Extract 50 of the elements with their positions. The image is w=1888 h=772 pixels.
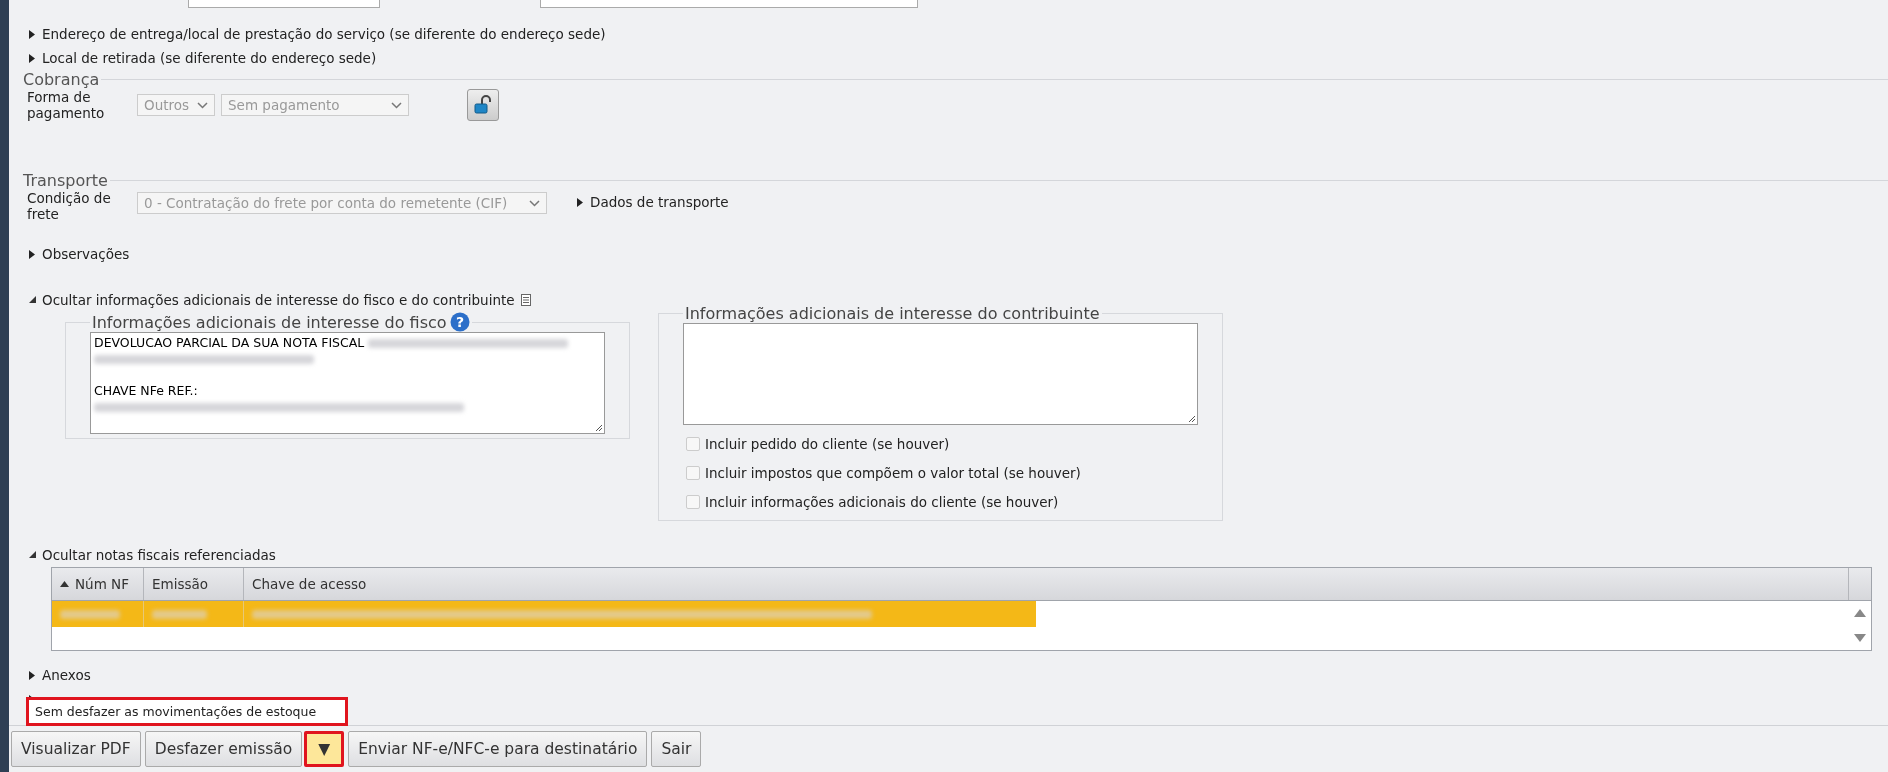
- chevron-down-icon: [529, 199, 540, 207]
- redacted-text: [60, 609, 120, 619]
- checkbox-label: Incluir impostos que compõem o valor total (se houver): [705, 464, 1081, 481]
- section-title: Transporte: [23, 171, 109, 190]
- action-button[interactable]: Sair: [651, 731, 702, 767]
- resize-grip-icon[interactable]: [1188, 415, 1196, 423]
- padlock-icon: [473, 95, 493, 115]
- action-button[interactable]: Visualizar PDF: [11, 731, 141, 767]
- checkbox-label: Incluir pedido do cliente (se houver): [705, 435, 950, 452]
- expand-icon[interactable]: [29, 53, 36, 63]
- checkbox-label: Incluir informações adicionais do cliente (se houver): [705, 493, 1059, 510]
- section-toggle[interactable]: Anexos: [42, 667, 91, 683]
- column-header[interactable]: Emissão: [144, 568, 244, 600]
- section-toggle[interactable]: Ocultar notas fiscais referenciadas: [42, 547, 276, 563]
- expand-icon[interactable]: [577, 197, 584, 207]
- section-title: Cobrança: [23, 70, 101, 89]
- sort-ascending-icon: [60, 581, 69, 587]
- section-toggle[interactable]: Endereço de entrega/local de prestação do serviço (se diferente do endereço sede): [42, 26, 606, 42]
- scroll-down-icon[interactable]: [1854, 633, 1866, 642]
- field-label: Forma de pagamento: [27, 89, 106, 121]
- collapse-icon[interactable]: [29, 550, 36, 560]
- action-button[interactable]: Enviar NF-e/NFC-e para destinatário: [348, 731, 648, 767]
- redacted-text: [152, 609, 207, 619]
- document-icon: [520, 294, 531, 306]
- column-header[interactable]: Chave de acesso: [244, 568, 1849, 600]
- text-field[interactable]: [188, 0, 380, 8]
- collapse-icon[interactable]: [29, 295, 36, 305]
- chevron-down-icon: [197, 101, 208, 109]
- dropdown-toggle[interactable]: ▼: [304, 731, 345, 767]
- resize-grip-icon[interactable]: [595, 424, 603, 432]
- section-toggle[interactable]: Local de retirada (se diferente do endereço sede): [42, 50, 377, 66]
- chevron-down-icon: [391, 101, 402, 109]
- lock-button[interactable]: [467, 89, 499, 121]
- section-toggle[interactable]: Ocultar informações adicionais de interesse do fisco e do contribuinte: [42, 292, 515, 308]
- help-icon[interactable]: ?: [449, 312, 470, 332]
- expand-icon[interactable]: [29, 249, 36, 259]
- section-toggle[interactable]: Dados de transporte: [590, 194, 729, 210]
- select-field[interactable]: [540, 0, 918, 8]
- text-area[interactable]: DEVOLUCAO PARCIAL DA SUA NOTA FISCAL CHAVE NFe REF.:: [90, 332, 605, 434]
- field-label: Condição de frete: [27, 190, 112, 222]
- text-line: CHAVE NFe REF.:: [94, 383, 198, 399]
- panel-title: Informações adicionais de interesse do fisco: [92, 312, 447, 332]
- section-toggle[interactable]: Observações: [42, 246, 130, 262]
- text-line: DEVOLUCAO PARCIAL DA SUA NOTA FISCAL: [94, 335, 365, 351]
- panel-title: Informações adicionais de interesse do contribuinte: [685, 304, 1100, 323]
- expand-icon[interactable]: [29, 29, 36, 39]
- scroll-up-icon[interactable]: [1854, 609, 1866, 618]
- expand-icon[interactable]: [29, 670, 36, 680]
- action-button[interactable]: Desfazer emissão: [144, 731, 303, 767]
- column-header[interactable]: Núm NF: [52, 568, 144, 600]
